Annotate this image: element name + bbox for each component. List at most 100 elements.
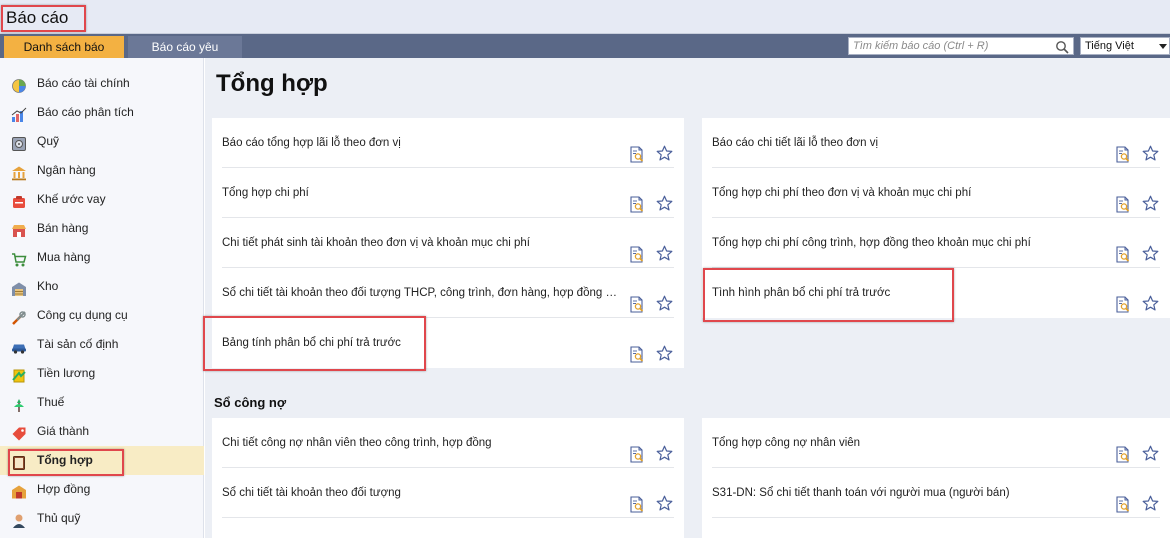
view-report-icon[interactable] <box>1115 285 1131 313</box>
language-selected: Tiếng Việt <box>1085 40 1134 52</box>
report-row[interactable]: Chi tiết công nợ nhân viên theo công trì… <box>212 418 684 468</box>
cashier-icon <box>11 511 27 528</box>
sidebar-item[interactable]: Tổng hợp <box>0 446 204 475</box>
view-report-icon[interactable] <box>1115 235 1131 263</box>
report-row[interactable]: Báo cáo tổng hợp lãi lỗ theo đơn vị <box>212 118 684 168</box>
report-label[interactable]: Tổng hợp công nợ nhân viên <box>712 418 860 468</box>
sidebar-item-label: Công cụ dụng cụ <box>37 308 128 322</box>
favorite-star-icon[interactable] <box>1142 184 1159 211</box>
sidebar-item[interactable]: Ngân hàng <box>0 156 204 185</box>
view-report-icon[interactable] <box>629 335 645 363</box>
report-label[interactable]: Sổ chi tiết tài khoản theo đối tượng THC… <box>222 268 622 318</box>
favorite-star-icon[interactable] <box>656 234 673 261</box>
view-report-icon[interactable] <box>629 435 645 463</box>
language-select[interactable]: Tiếng Việt <box>1080 37 1170 55</box>
title-bar: Báo cáo <box>0 0 1170 34</box>
view-report-icon[interactable] <box>629 185 645 213</box>
search-box[interactable] <box>848 37 1074 55</box>
safe-icon <box>11 134 27 151</box>
sidebar-item-label: Tài sản cố định <box>37 337 119 351</box>
view-report-icon[interactable] <box>1115 135 1131 163</box>
view-report-icon[interactable] <box>1115 485 1131 513</box>
sidebar-item-label: Bán hàng <box>37 221 89 235</box>
book-icon <box>11 453 27 470</box>
sidebar-item[interactable]: Khế ước vay <box>0 185 204 214</box>
sidebar-item[interactable]: Kho <box>0 272 204 301</box>
view-report-icon[interactable] <box>629 135 645 163</box>
sidebar-item[interactable]: Báo cáo phân tích <box>0 98 204 127</box>
tab-favorite-reports[interactable]: Báo cáo yêu thích <box>128 36 242 76</box>
search-icon[interactable] <box>1055 40 1069 54</box>
favorite-star-icon[interactable] <box>1142 284 1159 311</box>
sidebar-item-label: Thủ quỹ <box>37 511 81 525</box>
report-row[interactable]: Sổ chi tiết tài khoản theo đối tượng <box>212 468 684 518</box>
section-title-debt: Sổ công nợ <box>214 395 287 410</box>
sidebar-item[interactable]: Tài sản cố định <box>0 330 204 359</box>
report-label[interactable]: Báo cáo chi tiết lãi lỗ theo đơn vị <box>712 118 878 168</box>
report-card-right: Báo cáo chi tiết lãi lỗ theo đơn vị Tổng … <box>702 118 1170 318</box>
report-row[interactable]: Tổng hợp chi phí theo đơn vị và khoản mụ… <box>702 168 1170 218</box>
favorite-star-icon[interactable] <box>656 434 673 461</box>
loan-icon <box>11 192 27 208</box>
tools-icon <box>11 308 27 325</box>
report-row[interactable]: Báo cáo chi tiết lãi lỗ theo đơn vị <box>702 118 1170 168</box>
sidebar-item[interactable]: Báo cáo tài chính <box>0 69 204 98</box>
view-report-icon[interactable] <box>629 485 645 513</box>
report-row[interactable]: Tổng hợp chi phí <box>212 168 684 218</box>
report-label[interactable]: Chi tiết công nợ nhân viên theo công trì… <box>222 418 492 468</box>
report-label[interactable]: Tình hình phân bổ chi phí trả trước <box>712 268 890 318</box>
report-label[interactable]: Tổng hợp chi phí theo đơn vị và khoản mụ… <box>712 168 971 218</box>
window-title: Báo cáo <box>6 8 69 27</box>
tab-report-list[interactable]: Danh sách báo cáo <box>4 36 124 76</box>
sidebar-item[interactable]: Tiền lương <box>0 359 204 388</box>
view-report-icon[interactable] <box>629 285 645 313</box>
sidebar-item[interactable]: Mua hàng <box>0 243 204 272</box>
sidebar-item-label: Hợp đồng <box>37 482 91 496</box>
pie-chart-icon <box>11 76 27 93</box>
sidebar-item[interactable]: Công cụ dụng cụ <box>0 301 204 330</box>
warehouse-icon <box>11 279 27 296</box>
report-row[interactable]: S31-DN: Sổ chi tiết thanh toán với người… <box>702 468 1170 518</box>
favorite-star-icon[interactable] <box>1142 434 1159 461</box>
sidebar-item[interactable]: Giá thành <box>0 417 204 446</box>
contract-icon <box>11 482 27 499</box>
row-divider <box>712 517 1160 518</box>
sidebar-item[interactable]: Quỹ <box>0 127 204 156</box>
favorite-star-icon[interactable] <box>1142 234 1159 261</box>
view-report-icon[interactable] <box>629 235 645 263</box>
favorite-star-icon[interactable] <box>656 134 673 161</box>
report-label[interactable]: Tổng hợp chi phí công trình, hợp đồng th… <box>712 218 1031 268</box>
sidebar-item[interactable]: Thủ quỹ <box>0 504 204 533</box>
car-icon <box>11 337 27 354</box>
report-row[interactable]: Sổ chi tiết tài khoản theo đối tượng THC… <box>212 268 684 318</box>
row-divider <box>222 517 674 518</box>
report-row[interactable]: Chi tiết phát sinh tài khoản theo đơn vị… <box>212 218 684 268</box>
favorite-star-icon[interactable] <box>1142 134 1159 161</box>
sidebar-item-label: Ngân hàng <box>37 163 96 177</box>
favorite-star-icon[interactable] <box>656 334 673 361</box>
report-row[interactable]: Tổng hợp công nợ nhân viên <box>702 418 1170 468</box>
report-row[interactable]: Tổng hợp chi phí công trình, hợp đồng th… <box>702 218 1170 268</box>
view-report-icon[interactable] <box>1115 185 1131 213</box>
report-label[interactable]: Chi tiết phát sinh tài khoản theo đơn vị… <box>222 218 530 268</box>
report-label[interactable]: S31-DN: Sổ chi tiết thanh toán với người… <box>712 468 1010 518</box>
report-row[interactable]: Tình hình phân bổ chi phí trả trước <box>702 268 1170 318</box>
favorite-star-icon[interactable] <box>656 184 673 211</box>
report-label[interactable]: Tổng hợp chi phí <box>222 168 309 218</box>
sidebar-item[interactable]: Hợp đồng <box>0 475 204 504</box>
page-title: Tổng hợp <box>216 70 328 97</box>
report-label[interactable]: Sổ chi tiết tài khoản theo đối tượng <box>222 468 401 518</box>
tax-icon <box>11 395 27 412</box>
sidebar-item-label: Kho <box>37 279 59 293</box>
report-label[interactable]: Bảng tính phân bổ chi phí trả trước <box>222 318 401 368</box>
report-label[interactable]: Báo cáo tổng hợp lãi lỗ theo đơn vị <box>222 118 401 168</box>
sidebar-item[interactable]: Thuế <box>0 388 204 417</box>
sidebar-item[interactable]: Bán hàng <box>0 214 204 243</box>
favorite-star-icon[interactable] <box>656 484 673 511</box>
favorite-star-icon[interactable] <box>1142 484 1159 511</box>
view-report-icon[interactable] <box>1115 435 1131 463</box>
bar-chart-icon <box>11 105 27 122</box>
favorite-star-icon[interactable] <box>656 284 673 311</box>
search-input[interactable] <box>849 38 1049 54</box>
report-row[interactable]: Bảng tính phân bổ chi phí trả trước <box>212 318 684 368</box>
